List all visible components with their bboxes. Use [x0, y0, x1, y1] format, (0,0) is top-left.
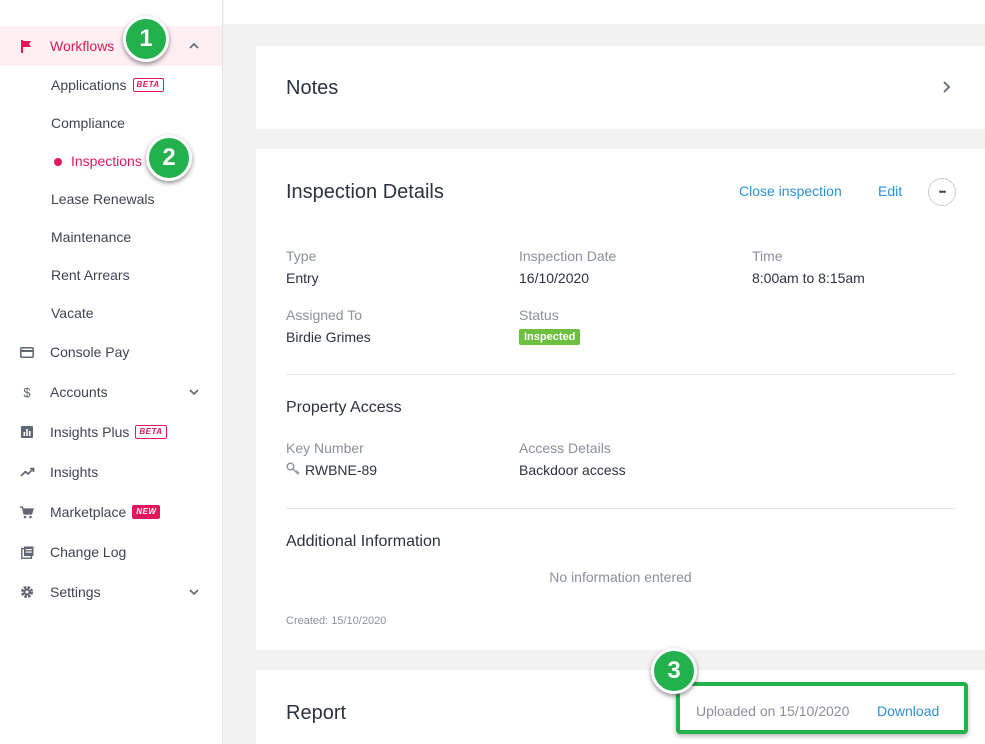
sidebar-item-insights-plus[interactable]: Insights Plus BETA: [0, 412, 222, 452]
trend-icon: [19, 464, 35, 480]
bar-chart-icon: [19, 424, 35, 440]
property-access-title: Property Access: [286, 399, 402, 416]
sidebar-item-label: Maintenance: [51, 229, 132, 245]
sidebar-item-label: Vacate: [51, 305, 94, 321]
assigned-to-label: Assigned To: [286, 307, 363, 323]
sidebar-item-insights[interactable]: Insights: [0, 452, 222, 492]
type-value: Entry: [286, 270, 319, 286]
close-inspection-link[interactable]: Close inspection: [739, 183, 842, 199]
sidebar-item-maintenance[interactable]: Maintenance: [0, 218, 222, 256]
sidebar-item-workflows[interactable]: Workflows: [0, 26, 222, 66]
sidebar-item-label: Lease Renewals: [51, 191, 155, 207]
key-number-value: RWBNE-89: [305, 462, 378, 478]
sidebar-item-vacate[interactable]: Vacate: [0, 294, 222, 332]
inspection-details-card: Inspection Details Close inspection Edit…: [256, 149, 985, 650]
download-link[interactable]: Download: [877, 703, 939, 719]
sidebar-item-console-pay[interactable]: Console Pay: [0, 332, 222, 372]
sidebar-item-label: Change Log: [50, 544, 127, 560]
sidebar-item-label: Inspections: [71, 153, 142, 169]
beta-badge: BETA: [135, 425, 167, 439]
created-date: Created: 15/10/2020: [286, 615, 387, 627]
sidebar-item-compliance[interactable]: Compliance: [0, 104, 222, 142]
sidebar-item-label: Console Pay: [50, 344, 130, 360]
new-badge: NEW: [132, 505, 161, 519]
key-icon: [286, 462, 300, 476]
top-bar: [224, 0, 985, 24]
time-label: Time: [752, 248, 783, 264]
chevron-right-icon[interactable]: [939, 80, 953, 94]
chevron-up-icon[interactable]: [188, 39, 200, 51]
step-marker-1: 1: [123, 16, 169, 62]
log-icon: [19, 544, 35, 560]
notes-card[interactable]: Notes: [256, 46, 985, 129]
access-details-label: Access Details: [519, 440, 611, 456]
dollar-icon: $: [23, 384, 31, 400]
sidebar-item-change-log[interactable]: Change Log: [0, 532, 222, 572]
inspection-date-label: Inspection Date: [519, 248, 617, 264]
chevron-down-icon[interactable]: [188, 385, 200, 397]
inspection-date-value: 16/10/2020: [519, 270, 590, 286]
gear-icon: [19, 584, 35, 600]
step-marker-2: 2: [146, 135, 192, 181]
more-options-button[interactable]: •••: [928, 178, 956, 206]
cart-icon: [19, 504, 35, 520]
sidebar-item-label: Insights: [50, 464, 99, 480]
sidebar-item-marketplace[interactable]: Marketplace NEW: [0, 492, 222, 532]
sidebar-item-label: Rent Arrears: [51, 267, 130, 283]
sidebar-item-rent-arrears[interactable]: Rent Arrears: [0, 256, 222, 294]
beta-badge: BETA: [132, 78, 164, 92]
type-label: Type: [286, 248, 317, 264]
divider: [286, 508, 956, 509]
empty-message: No information entered: [549, 569, 692, 585]
access-details-value: Backdoor access: [519, 462, 626, 478]
uploaded-date: Uploaded on 15/10/2020: [696, 703, 850, 719]
additional-information-title: Additional Information: [286, 533, 441, 550]
sidebar-item-label: Accounts: [50, 384, 108, 400]
sidebar-item-settings[interactable]: Settings: [0, 572, 222, 612]
sidebar-item-label: Insights Plus: [50, 424, 130, 440]
sidebar-item-label: Settings: [50, 584, 101, 600]
assigned-to-value: Birdie Grimes: [286, 329, 371, 345]
sidebar-item-applications[interactable]: Applications BETA: [0, 66, 222, 104]
more-icon: •••: [938, 187, 947, 197]
divider: [286, 374, 956, 375]
card-icon: [19, 344, 35, 360]
chevron-down-icon[interactable]: [188, 585, 200, 597]
sidebar-item-lease-renewals[interactable]: Lease Renewals: [0, 180, 222, 218]
report-title: Report: [286, 702, 347, 724]
status-label: Status: [519, 307, 559, 323]
report-upload-highlight: Uploaded on 15/10/2020 Download: [676, 682, 968, 734]
sidebar-item-label: Compliance: [51, 115, 125, 131]
step-marker-3: 3: [651, 648, 697, 694]
inspection-details-title: Inspection Details: [286, 181, 444, 203]
time-value: 8:00am to 8:15am: [752, 270, 865, 286]
sidebar-item-accounts[interactable]: $ Accounts: [0, 372, 222, 412]
edit-link[interactable]: Edit: [878, 183, 902, 199]
sidebar-item-label: Marketplace: [50, 504, 127, 520]
sidebar-item-label: Applications: [51, 77, 127, 93]
key-number-label: Key Number: [286, 440, 364, 456]
active-dot-icon: [54, 158, 62, 166]
status-badge: Inspected: [519, 329, 581, 345]
sidebar: Workflows Applications BETA Compliance I…: [0, 0, 223, 744]
notes-title: Notes: [286, 77, 339, 99]
sidebar-item-label: Workflows: [50, 38, 115, 54]
flag-icon: [19, 38, 35, 54]
